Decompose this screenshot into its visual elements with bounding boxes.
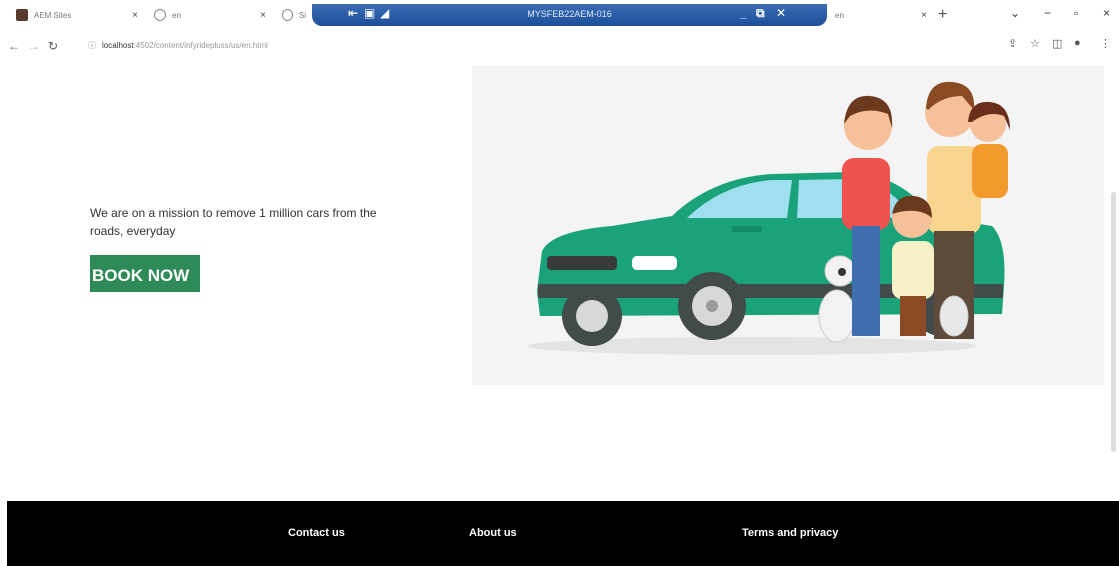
globe-icon — [282, 9, 293, 21]
url-field[interactable]: ⓘ localhost :4502/content/infyridepluss/… — [88, 34, 268, 56]
book-now-button[interactable]: BOOK NOW — [90, 255, 200, 292]
forward-icon[interactable]: → — [28, 39, 40, 53]
share-icon[interactable]: ⇪ — [1008, 37, 1017, 50]
tab-en[interactable]: en × — [146, 4, 274, 26]
footer-link-about[interactable]: About us — [469, 527, 517, 539]
remote-desktop-bar: ⇤ ▣ ◢ MYSFEB22AEM-016 _ ⧉ ✕ — [312, 4, 827, 26]
restore-icon[interactable]: ⧉ — [756, 6, 765, 21]
tab-aem-sites[interactable]: AEM Sites × — [8, 4, 146, 26]
tab-label: en — [835, 10, 844, 20]
close-icon[interactable]: × — [132, 10, 138, 21]
reload-icon[interactable]: ↻ — [48, 39, 58, 53]
tab-en-active[interactable]: en × — [827, 4, 935, 26]
globe-icon — [154, 9, 166, 21]
page-footer: Contact us About us Terms and privacy — [7, 501, 1119, 566]
family-car-illustration — [527, 81, 1010, 355]
close-icon[interactable]: ✕ — [776, 6, 786, 20]
scrollbar-thumb[interactable] — [1111, 192, 1116, 452]
footer-link-contact[interactable]: Contact us — [288, 527, 345, 539]
aem-favicon-icon — [16, 9, 28, 21]
close-icon[interactable]: × — [921, 10, 927, 21]
page-scrollbar[interactable] — [1108, 62, 1119, 500]
footer-link-terms[interactable]: Terms and privacy — [742, 527, 838, 539]
info-icon: ⓘ — [88, 40, 96, 50]
profile-icon[interactable]: ● — [1074, 37, 1081, 49]
minimize-icon[interactable]: _ — [740, 6, 747, 20]
tab-label: Si — [298, 10, 306, 20]
browser-chrome: AEM Sites × en × Si en × + ⌄ − ▫ × ⇤ ▣ ◢… — [0, 0, 1119, 62]
tab-si[interactable]: Si — [274, 4, 314, 26]
url-host: localhost — [102, 40, 134, 50]
url-path: :4502/content/infyridepluss/us/en.html — [133, 40, 268, 50]
chevron-down-icon[interactable]: ⌄ — [1010, 6, 1020, 20]
minimize-icon[interactable]: − — [1044, 6, 1051, 20]
sidebar-icon[interactable]: ◫ — [1052, 37, 1062, 50]
new-tab-icon[interactable]: + — [938, 6, 947, 24]
tab-label: en — [172, 10, 181, 20]
back-icon[interactable]: ← — [8, 39, 20, 53]
hero-illustration — [472, 66, 1104, 385]
close-window-icon[interactable]: × — [1103, 6, 1110, 20]
menu-icon[interactable]: ⋮ — [1100, 37, 1111, 50]
hero-tagline: We are on a mission to remove 1 million … — [90, 206, 377, 238]
close-icon[interactable]: × — [260, 10, 266, 21]
remote-title: MYSFEB22AEM-016 — [527, 9, 612, 19]
star-icon[interactable]: ☆ — [1030, 37, 1040, 50]
maximize-icon[interactable]: ▫ — [1074, 6, 1078, 20]
tab-label: AEM Sites — [34, 10, 72, 20]
